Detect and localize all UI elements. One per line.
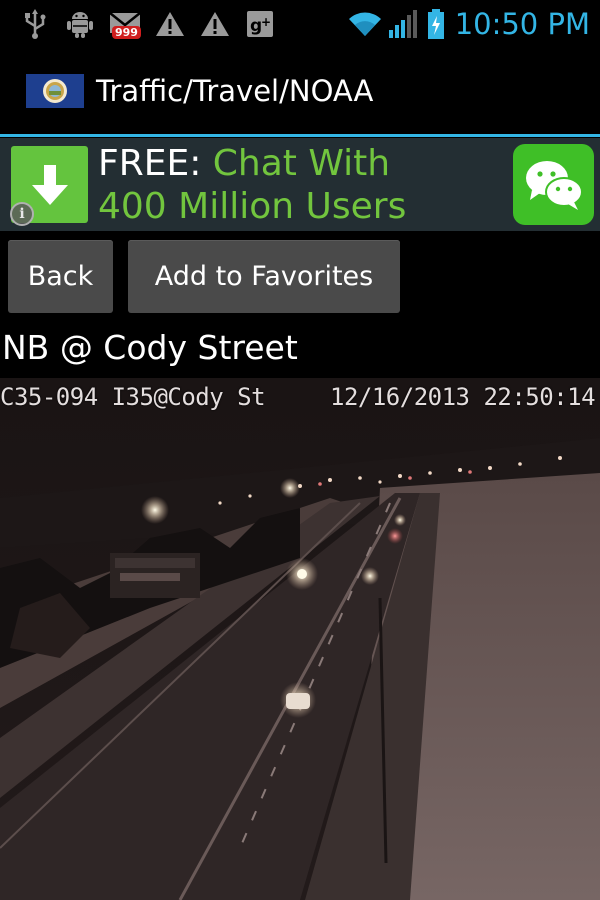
system-status-area: 10:50 PM <box>347 0 590 48</box>
gmail-icon: 999 <box>108 7 142 41</box>
google-plus-icon: g + <box>243 7 277 41</box>
warning-icon <box>198 7 232 41</box>
ad-banner[interactable]: i FREE: Chat With 400 Million Users <box>0 138 600 231</box>
ad-info-icon[interactable]: i <box>10 202 34 226</box>
wechat-icon[interactable] <box>513 144 594 225</box>
camera-title: NB @ Cody Street <box>2 328 298 367</box>
add-to-favorites-button[interactable]: Add to Favorites <box>128 240 400 313</box>
traffic-camera-image <box>0 378 600 900</box>
svg-text:+: + <box>261 15 271 29</box>
camera-id-overlay: C35-094 I35@Cody St <box>0 383 266 411</box>
ad-line2: 400 Million Users <box>98 186 407 227</box>
signal-strength-icon <box>387 8 419 40</box>
wifi-icon <box>347 10 383 38</box>
notification-area: 999 g + <box>18 7 288 41</box>
ad-line1: Chat With <box>212 143 391 184</box>
camera-timestamp-overlay: 12/16/2013 22:50:14 <box>330 383 596 411</box>
clock: 10:50 PM <box>454 7 590 41</box>
page-title: Traffic/Travel/NOAA <box>96 74 374 108</box>
minnesota-flag-icon <box>26 74 84 108</box>
status-bar: 999 g + 10:50 PM <box>0 0 600 48</box>
gmail-count-badge: 999 <box>112 26 141 39</box>
ad-headline[interactable]: FREE: Chat With 400 Million Users <box>98 142 406 228</box>
warning-icon <box>153 7 187 41</box>
android-debug-icon <box>63 7 97 41</box>
title-divider <box>0 134 600 137</box>
app-title-bar: Traffic/Travel/NOAA <box>0 48 600 134</box>
battery-charging-icon <box>427 8 445 40</box>
back-button[interactable]: Back <box>8 240 113 313</box>
usb-icon <box>18 7 52 41</box>
ad-free-label: FREE: <box>98 143 202 184</box>
